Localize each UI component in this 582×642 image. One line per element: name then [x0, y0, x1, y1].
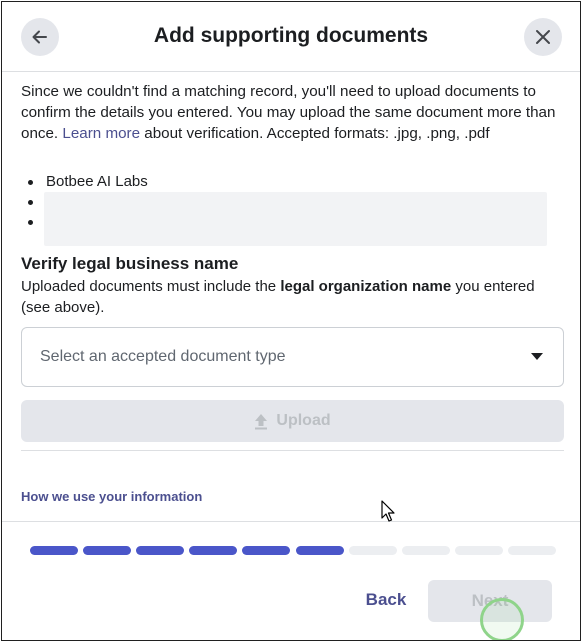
upload-arrow-icon — [254, 413, 268, 430]
bullet-dot — [28, 220, 33, 225]
intro-text-part2: about verification. Accepted formats: .j… — [140, 124, 490, 142]
progress-bar — [30, 546, 556, 555]
upload-button[interactable]: Upload — [21, 400, 564, 442]
close-button[interactable] — [524, 18, 562, 56]
progress-segment — [348, 546, 397, 555]
upload-label: Upload — [276, 412, 331, 429]
progress-segment — [295, 546, 344, 555]
document-type-placeholder: Select an accepted document type — [40, 348, 286, 365]
verify-section-title: Verify legal business name — [21, 254, 239, 273]
caret-down-icon — [531, 353, 543, 360]
bullet-dot — [28, 200, 33, 205]
mouse-cursor-icon — [381, 500, 395, 522]
intro-text: Since we couldn't find a matching record… — [21, 82, 561, 144]
desc-bold: legal organization name — [280, 278, 452, 295]
footer-divider — [2, 521, 580, 522]
verify-section-description: Uploaded documents must include the lega… — [21, 277, 566, 318]
list-item: Botbee AI Labs — [21, 172, 561, 192]
progress-segment — [454, 546, 503, 555]
progress-segment — [136, 546, 185, 555]
dialog-title: Add supporting documents — [153, 24, 429, 47]
progress-segment — [83, 546, 132, 555]
progress-segment — [30, 546, 79, 555]
progress-segment — [189, 546, 238, 555]
how-we-use-info-link[interactable]: How we use your information — [21, 489, 202, 504]
divider — [21, 450, 564, 451]
progress-segment — [242, 546, 291, 555]
desc-part1: Uploaded documents must include the — [21, 278, 281, 295]
dialog: Add supporting documents Since we couldn… — [1, 1, 581, 641]
back-button[interactable]: Back — [354, 581, 418, 619]
progress-segment — [401, 546, 450, 555]
document-type-select[interactable]: Select an accepted document type — [21, 327, 564, 387]
bullet-dot — [28, 180, 33, 185]
learn-more-link[interactable]: Learn more — [62, 125, 140, 142]
progress-segment — [507, 546, 556, 555]
business-name-value: Botbee AI Labs — [46, 173, 148, 190]
close-icon — [536, 30, 550, 44]
click-indicator — [480, 598, 524, 640]
redacted-area — [44, 192, 547, 246]
dialog-header: Add supporting documents — [2, 2, 580, 72]
